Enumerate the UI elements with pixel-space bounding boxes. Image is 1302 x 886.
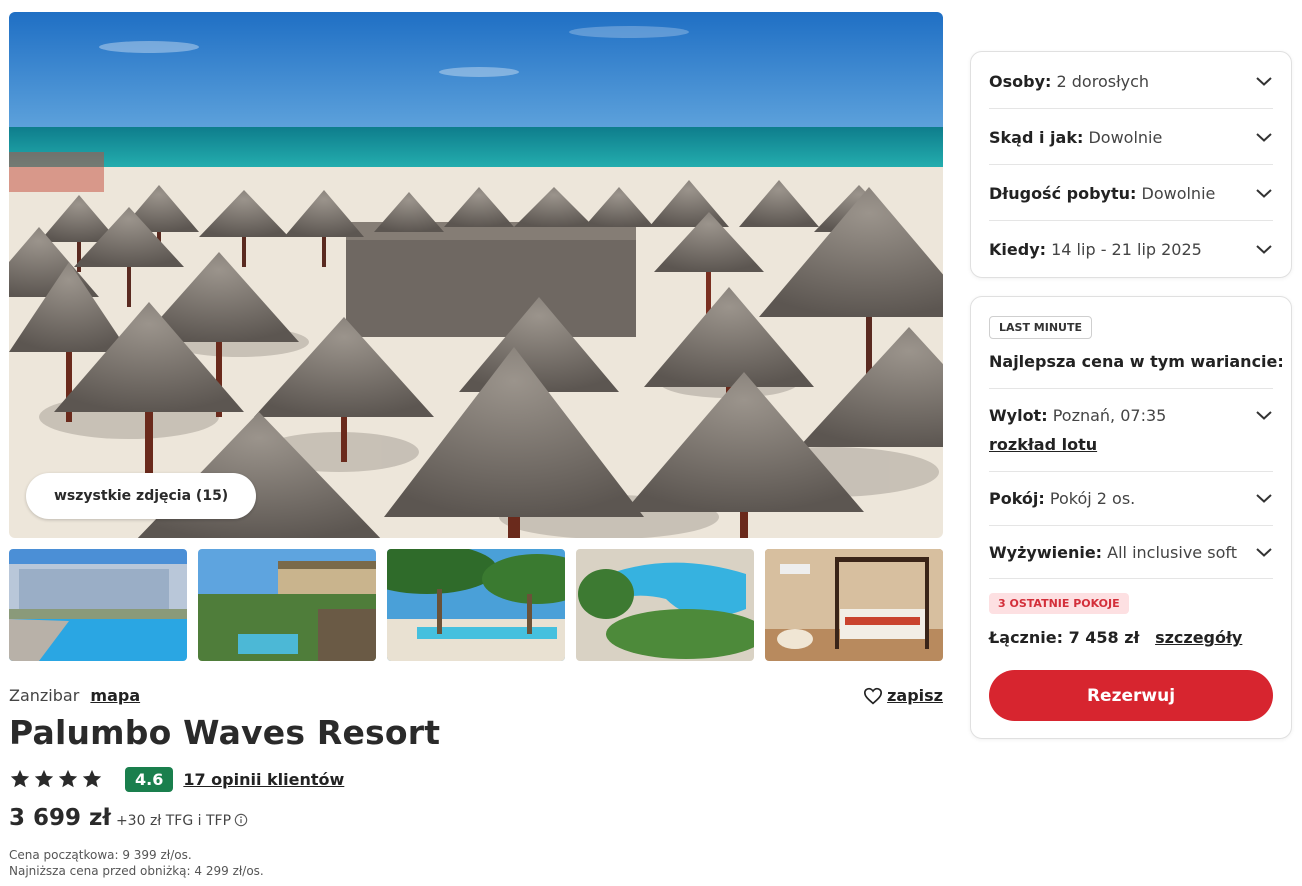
chevron-down-icon bbox=[1256, 411, 1272, 420]
price-row: 3 699 zł +30 zł TFG i TFP bbox=[9, 805, 248, 831]
save-button[interactable]: zapisz bbox=[863, 686, 943, 705]
flight-select[interactable]: Wylot: Poznań, 07:35 bbox=[989, 403, 1273, 427]
star-rating bbox=[9, 768, 103, 790]
room-label: Pokój: bbox=[989, 488, 1045, 508]
star-icon bbox=[58, 769, 78, 788]
divider bbox=[989, 220, 1273, 221]
chevron-down-icon bbox=[1256, 494, 1272, 503]
duration-value: Dowolnie bbox=[1141, 183, 1216, 203]
room-select[interactable]: Pokój: Pokój 2 os. bbox=[989, 486, 1273, 510]
chevron-down-icon bbox=[1256, 189, 1272, 198]
departure-value: Dowolnie bbox=[1088, 127, 1163, 147]
rooms-left-badge: 3 OSTATNIE POKOJE bbox=[989, 593, 1129, 614]
initial-price-note: Cena początkowa: 9 399 zł/os. bbox=[9, 848, 192, 862]
thumbnail-hotel-garden[interactable] bbox=[198, 549, 376, 661]
heart-icon bbox=[864, 687, 883, 704]
room-value: Pokój 2 os. bbox=[1049, 488, 1136, 508]
flight-schedule-link[interactable]: rozkład lotu bbox=[989, 435, 1097, 454]
price-value: 3 699 zł bbox=[9, 805, 111, 831]
chevron-down-icon bbox=[1256, 245, 1272, 254]
persons-select[interactable]: Osoby: 2 dorosłych bbox=[989, 69, 1273, 93]
all-photos-button[interactable]: wszystkie zdjęcia (15) bbox=[26, 473, 257, 519]
star-icon bbox=[10, 769, 30, 788]
offer-panel: LAST MINUTE Najlepsza cena w tym warianc… bbox=[970, 296, 1292, 739]
divider bbox=[989, 164, 1273, 165]
beach-umbrellas-photo bbox=[9, 12, 943, 538]
last-minute-badge: LAST MINUTE bbox=[989, 316, 1092, 339]
save-label: zapisz bbox=[887, 686, 943, 705]
thumbnail-bedroom[interactable] bbox=[765, 549, 943, 661]
chevron-down-icon bbox=[1256, 133, 1272, 142]
location-text: Zanzibar bbox=[9, 686, 80, 705]
total-price: Łącznie: 7 458 zł bbox=[989, 628, 1140, 647]
best-price-title: Najlepsza cena w tym wariancie: bbox=[989, 352, 1284, 371]
chevron-down-icon bbox=[1256, 77, 1272, 86]
price-fees: +30 zł TFG i TFP bbox=[115, 813, 232, 829]
board-label: Wyżywienie: bbox=[989, 542, 1103, 562]
divider bbox=[989, 108, 1273, 109]
dates-value: 14 lip - 21 lip 2025 bbox=[1051, 239, 1202, 259]
board-value: All inclusive soft bbox=[1107, 542, 1237, 562]
board-select[interactable]: Wyżywienie: All inclusive soft bbox=[989, 540, 1273, 564]
departure-label: Skąd i jak: bbox=[989, 127, 1084, 147]
rating-row: 4.6 17 opinii klientów bbox=[9, 764, 344, 794]
dates-select[interactable]: Kiedy: 14 lip - 21 lip 2025 bbox=[989, 237, 1273, 261]
map-link[interactable]: mapa bbox=[90, 686, 140, 705]
thumbnail-strip bbox=[9, 549, 943, 661]
divider bbox=[989, 578, 1273, 579]
search-options-panel: Osoby: 2 dorosłych Skąd i jak: Dowolnie … bbox=[970, 51, 1292, 278]
duration-label: Długość pobytu: bbox=[989, 183, 1137, 203]
persons-label: Osoby: bbox=[989, 71, 1052, 91]
star-icon bbox=[34, 769, 54, 788]
total-price-row: Łącznie: 7 458 zł szczegóły bbox=[989, 628, 1242, 647]
divider bbox=[989, 388, 1273, 389]
divider bbox=[989, 471, 1273, 472]
flight-label: Wylot: bbox=[989, 405, 1048, 425]
rating-badge: 4.6 bbox=[125, 766, 174, 792]
chevron-down-icon bbox=[1256, 548, 1272, 557]
persons-value: 2 dorosłych bbox=[1056, 71, 1150, 91]
thumbnail-curved-pool[interactable] bbox=[576, 549, 754, 661]
divider bbox=[989, 525, 1273, 526]
duration-select[interactable]: Długość pobytu: Dowolnie bbox=[989, 181, 1273, 205]
lowest-price-note: Najniższa cena przed obniżką: 4 299 zł/o… bbox=[9, 864, 264, 878]
dates-label: Kiedy: bbox=[989, 239, 1047, 259]
star-icon bbox=[82, 769, 102, 788]
price-details-link[interactable]: szczegóły bbox=[1155, 628, 1242, 647]
flight-value: Poznań, 07:35 bbox=[1052, 405, 1167, 425]
location-row: Zanzibar mapa bbox=[9, 686, 140, 705]
book-button[interactable]: Rezerwuj bbox=[989, 670, 1273, 721]
hero-photo[interactable]: wszystkie zdjęcia (15) bbox=[9, 12, 943, 538]
thumbnail-palm-pool[interactable] bbox=[387, 549, 565, 661]
info-icon[interactable] bbox=[234, 813, 248, 827]
departure-select[interactable]: Skąd i jak: Dowolnie bbox=[989, 125, 1273, 149]
hotel-name: Palumbo Waves Resort bbox=[9, 713, 441, 752]
thumbnail-hotel-pool[interactable] bbox=[9, 549, 187, 661]
reviews-link[interactable]: 17 opinii klientów bbox=[183, 770, 344, 789]
